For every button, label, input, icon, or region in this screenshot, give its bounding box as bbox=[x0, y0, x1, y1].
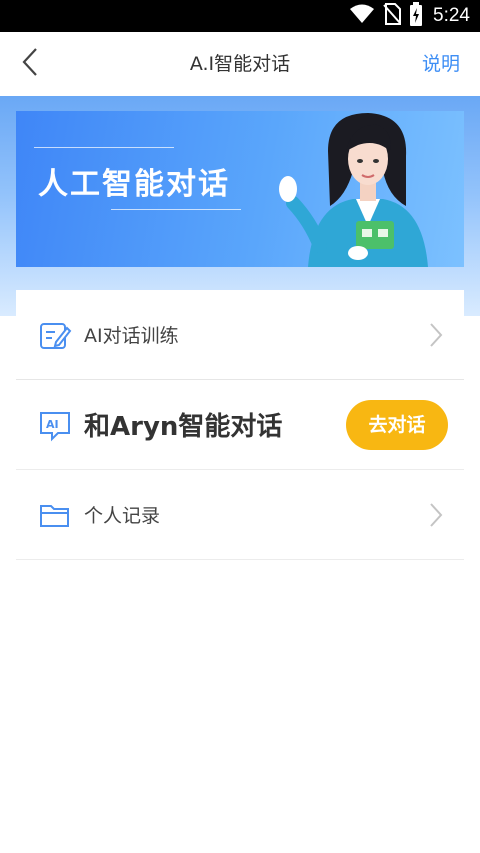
instructions-link[interactable]: 说明 bbox=[422, 32, 460, 96]
menu-item-personal-records[interactable]: 个人记录 bbox=[16, 470, 464, 560]
back-chevron-icon bbox=[20, 47, 40, 81]
status-icons: 5:24 bbox=[349, 2, 470, 30]
ai-assistant-avatar bbox=[279, 113, 428, 267]
svg-text:AI: AI bbox=[46, 418, 59, 431]
banner-divider-top bbox=[34, 147, 174, 148]
edit-note-icon bbox=[40, 323, 72, 349]
battery-charging-icon bbox=[409, 2, 423, 30]
wifi-icon bbox=[349, 4, 375, 28]
menu-item-label: 和Aryn智能对话 bbox=[84, 412, 283, 442]
go-chat-button[interactable]: 去对话 bbox=[346, 400, 448, 450]
status-bar: 5:24 bbox=[0, 0, 480, 32]
app-header: A.I智能对话 说明 bbox=[0, 32, 480, 96]
folder-icon bbox=[40, 505, 69, 527]
menu-item-aryn-chat[interactable]: AI 和Aryn智能对话 去对话 bbox=[16, 380, 464, 470]
promo-banner[interactable]: 人工智能对话 bbox=[16, 111, 464, 267]
no-sim-icon bbox=[383, 3, 402, 29]
chevron-right-icon bbox=[430, 323, 443, 347]
ai-chat-icon: AI bbox=[40, 412, 70, 442]
menu-item-label: AI对话训练 bbox=[84, 325, 179, 347]
page-title: A.I智能对话 bbox=[189, 53, 291, 75]
banner-title: 人工智能对话 bbox=[38, 167, 230, 202]
menu-card: AI对话训练 AI 和Aryn智能对话 去对话 个人记录 bbox=[16, 290, 464, 560]
chevron-right-icon bbox=[430, 503, 443, 527]
banner-divider-bottom bbox=[111, 209, 241, 210]
menu-item-ai-training[interactable]: AI对话训练 bbox=[16, 290, 464, 380]
back-button[interactable] bbox=[12, 46, 48, 82]
status-time: 5:24 bbox=[433, 5, 470, 26]
menu-item-label: 个人记录 bbox=[84, 505, 161, 527]
